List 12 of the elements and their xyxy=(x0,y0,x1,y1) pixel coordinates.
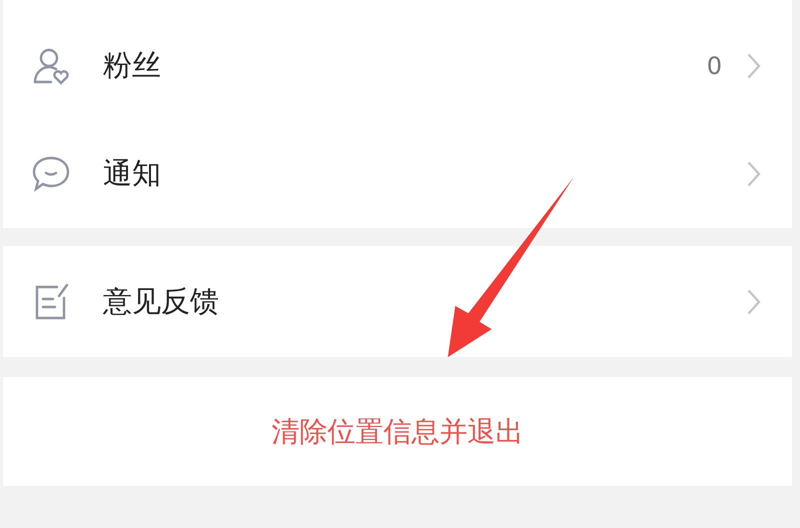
follower-count: 0 xyxy=(706,52,722,80)
menu-item[interactable]: 粉丝 0 xyxy=(3,12,792,120)
menu-label: 意见反馈 xyxy=(103,282,220,320)
menu-label: 粉丝 xyxy=(103,47,162,84)
chevron-icon xyxy=(746,160,762,188)
chevron-icon xyxy=(746,52,762,80)
user-heart-icon xyxy=(31,46,71,86)
menu-item[interactable]: 意见反馈 xyxy=(3,246,792,357)
menu-label: 通知 xyxy=(103,155,162,192)
chat-bubble-icon xyxy=(31,154,71,194)
chevron-icon xyxy=(746,288,762,316)
menu-item[interactable]: 通知 xyxy=(3,120,792,228)
